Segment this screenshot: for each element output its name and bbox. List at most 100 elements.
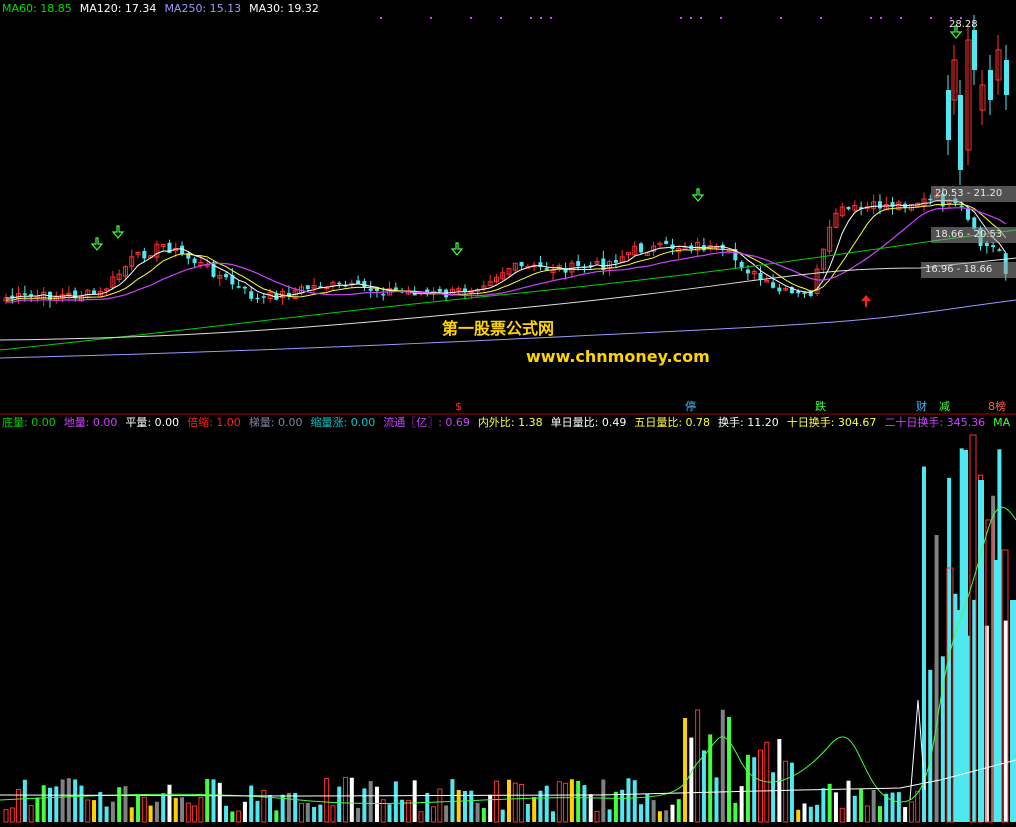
volume-bar-29 xyxy=(185,802,191,823)
event-tag-2: 跌 xyxy=(815,400,826,413)
price-range-box-0: 20.53 - 21.20 xyxy=(931,186,1016,202)
watermark-title: 第一股票公式网 xyxy=(442,319,555,338)
moving-average-legend: MA60: 18.85 MA120: 17.34 MA250: 15.13 MA30:… xyxy=(0,1,319,17)
volume-bar-132 xyxy=(833,792,838,822)
volume-bar-93 xyxy=(588,794,593,822)
stock-chart-window[interactable] xyxy=(0,0,1016,827)
volume-bar-104 xyxy=(657,811,662,822)
signal-dot-8 xyxy=(690,17,692,19)
volume-bar-83 xyxy=(525,803,530,822)
volume-bar-71 xyxy=(450,779,455,822)
volume-bar-1 xyxy=(9,807,15,823)
event-tag-3: 财 xyxy=(916,400,927,413)
candle-body-60 xyxy=(381,293,386,296)
volume-bar-10 xyxy=(66,778,71,822)
volume-bar-42 xyxy=(268,794,273,822)
candle-body-3 xyxy=(22,293,27,295)
volume-bar-68 xyxy=(431,806,437,823)
candle-body-91 xyxy=(576,261,581,266)
volume-bar-59 xyxy=(374,786,379,822)
volume-bar-24 xyxy=(154,801,159,822)
volume-bar-78 xyxy=(493,780,499,823)
volume-bar-31 xyxy=(198,797,204,823)
volume-bar-26 xyxy=(167,784,172,822)
volume-bar-128 xyxy=(808,806,813,822)
signal-dot-15 xyxy=(900,17,902,19)
signal-dot-12 xyxy=(820,17,822,19)
volume-bar-37 xyxy=(236,810,242,823)
signal-dot-5 xyxy=(540,17,542,19)
price-range-box-1: 18.66 - 20.53 xyxy=(931,227,1016,243)
ma5-line xyxy=(5,199,1007,299)
signal-dot-10 xyxy=(720,17,722,19)
volume-bar-124 xyxy=(783,760,789,823)
volume-bar-136 xyxy=(859,789,864,822)
candle-body-105 xyxy=(664,240,669,245)
volume-bar-40 xyxy=(255,800,260,822)
volume-bar-21 xyxy=(136,794,141,822)
volume-bar-130 xyxy=(821,788,826,822)
volume-bar-2 xyxy=(16,789,22,823)
vol-legend-item-3: 倍缩: 1.00 xyxy=(187,416,241,429)
candle-body-30 xyxy=(192,258,197,264)
candle-body-37 xyxy=(236,286,241,288)
candle-body-14 xyxy=(92,290,97,295)
vol-legend-item-12: 二十日换手: 345.36 xyxy=(884,416,986,429)
spike-body-2 xyxy=(958,95,963,170)
volume-bar-53 xyxy=(337,786,342,822)
vol-legend-item-13: MA xyxy=(993,416,1011,429)
spike-body-8 xyxy=(1004,60,1009,95)
down-arrow-icon-2 xyxy=(450,242,464,256)
volume-bar-86 xyxy=(544,785,549,822)
volume-bar-122 xyxy=(771,772,776,822)
candle-body-153 xyxy=(965,208,970,220)
vol-legend-item-9: 五日量比: 0.78 xyxy=(634,416,711,429)
volume-bar-110 xyxy=(695,709,701,823)
volume-bar-79 xyxy=(500,809,505,822)
volume-bar-39 xyxy=(249,785,254,822)
signal-dot-9 xyxy=(700,17,702,19)
volume-bar-115 xyxy=(727,716,732,822)
down-arrow-icon-0 xyxy=(90,237,104,251)
candle-body-152 xyxy=(959,205,964,208)
volume-bar-62 xyxy=(393,781,398,822)
volume-bar-129 xyxy=(815,804,820,822)
candlestick-chart[interactable] xyxy=(0,0,1016,827)
price-high-label: 28.28 xyxy=(949,19,978,30)
volume-bar-56 xyxy=(356,807,361,822)
volume-bar-67 xyxy=(425,793,430,822)
volume-bar-23 xyxy=(148,805,153,822)
spike-body-4 xyxy=(972,30,977,70)
candle-body-39 xyxy=(249,291,254,299)
signal-dot-4 xyxy=(530,17,532,19)
ma-legend-item-3: MA30: 19.32 xyxy=(249,2,319,15)
volume-bar-45 xyxy=(286,792,291,822)
volume-bar-51 xyxy=(324,777,330,823)
volume-bar-142 xyxy=(896,792,901,822)
vol-legend-item-4: 梯量: 0.00 xyxy=(248,416,303,429)
vol-legend-item-10: 换手: 11.20 xyxy=(718,416,779,429)
candle-body-156 xyxy=(984,243,989,247)
signal-dot-7 xyxy=(680,17,682,19)
volume-bar-65 xyxy=(412,780,417,822)
volume-bar-90 xyxy=(569,779,574,822)
vol-legend-item-6: 流通〖亿〗: 0.69 xyxy=(383,416,470,429)
volume-bar-113 xyxy=(714,777,719,822)
volume-bar-15 xyxy=(98,792,103,822)
volume-bar-69 xyxy=(437,788,443,823)
volume-bar-16 xyxy=(104,806,109,822)
candle-body-56 xyxy=(356,280,361,284)
volume-bar-137 xyxy=(864,805,870,823)
signal-dot-14 xyxy=(880,17,882,19)
candle-body-123 xyxy=(777,287,782,292)
vol-legend-item-11: 十日换手: 304.67 xyxy=(786,416,877,429)
volume-bar-87 xyxy=(551,811,556,822)
vol-legend-item-7: 内外比: 1.38 xyxy=(477,416,543,429)
volume-bar-107 xyxy=(676,799,681,822)
volume-bar-143 xyxy=(903,807,908,822)
volume-bar-80 xyxy=(507,779,511,822)
volume-bar-70 xyxy=(444,805,449,822)
candle-body-134 xyxy=(846,206,851,210)
volume-bar-134 xyxy=(846,780,851,822)
volume-bar-19 xyxy=(123,786,128,822)
